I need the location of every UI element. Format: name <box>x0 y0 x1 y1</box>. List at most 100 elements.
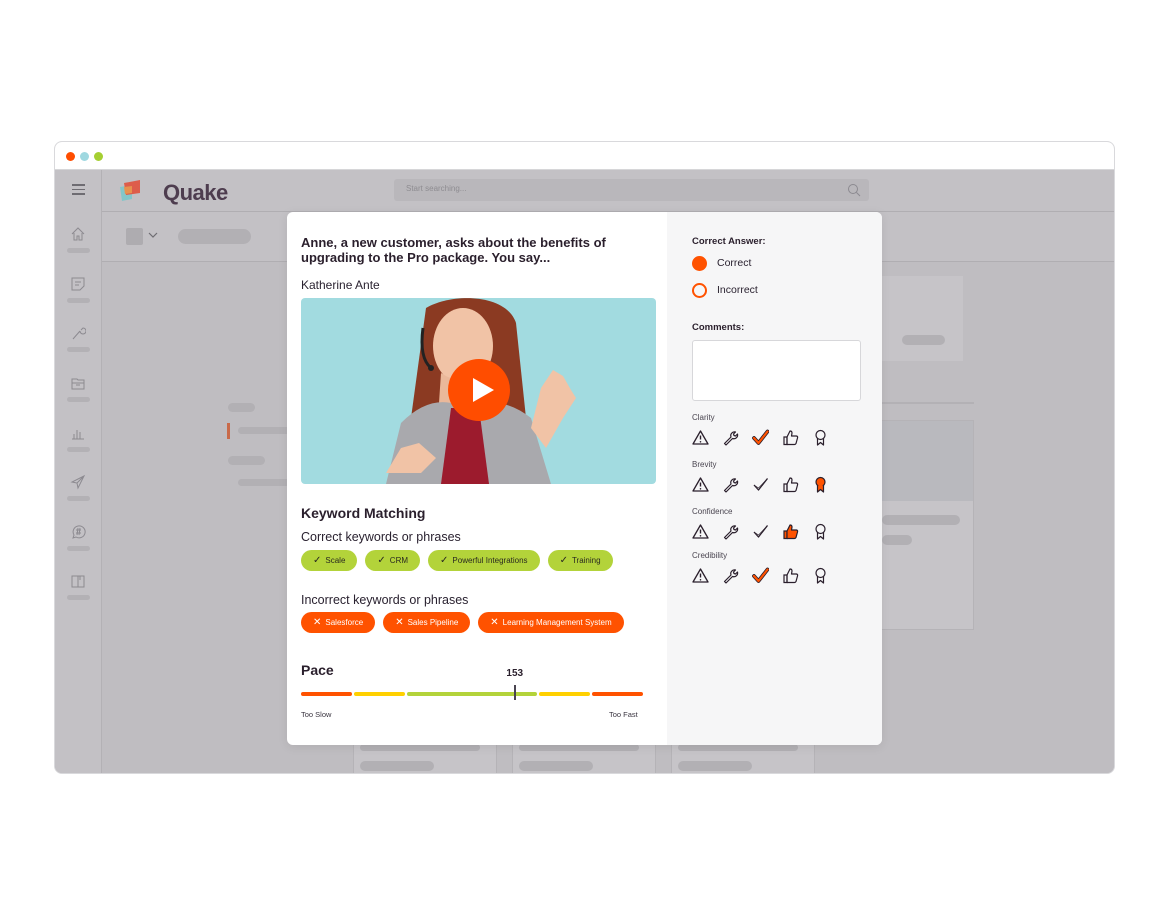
comments-input[interactable] <box>692 340 861 401</box>
incorrect-keyword-chip[interactable]: ✕ Learning Management System <box>478 612 624 633</box>
warning-icon[interactable] <box>692 567 709 584</box>
bar-chart-icon <box>72 430 84 440</box>
sidebar-item-send[interactable] <box>55 474 102 514</box>
sidebar-item-home[interactable] <box>55 226 102 266</box>
thumbs-up-icon[interactable] <box>782 523 799 540</box>
wrench-icon[interactable] <box>722 567 739 584</box>
warning-icon[interactable] <box>692 429 709 446</box>
correct-keyword-chip[interactable]: ✓ Scale <box>301 550 358 571</box>
rating-row-clarity <box>692 429 829 446</box>
rating-row-confidence <box>692 523 829 540</box>
correct-keyword-chip[interactable]: ✓ Powerful Integrations <box>428 550 540 571</box>
pace-scale <box>301 692 643 696</box>
grading-panel: Correct Answer: Correct Incorrect Commen… <box>667 212 882 745</box>
correct-keyword-chip-label: Training <box>571 556 601 565</box>
logo-text: Quake <box>163 180 228 205</box>
warning-icon[interactable] <box>692 476 709 493</box>
award-icon[interactable] <box>812 567 829 584</box>
placeholder-pill <box>178 229 251 244</box>
pace-min-label: Too Slow <box>301 710 332 719</box>
search-input[interactable]: Start searching... <box>394 179 869 201</box>
comments-title: Comments: <box>692 322 745 333</box>
thumbs-up-icon[interactable] <box>782 476 799 493</box>
check-icon[interactable] <box>752 429 769 446</box>
close-window-button[interactable] <box>66 152 75 161</box>
incorrect-keyword-chip[interactable]: ✕ Salesforce <box>301 612 376 633</box>
award-icon[interactable] <box>812 523 829 540</box>
note-icon <box>71 277 85 291</box>
pace-max-label: Too Fast <box>609 710 638 719</box>
check-icon: ✓ <box>559 555 568 566</box>
incorrect-keyword-chip-label: Learning Management System <box>502 618 612 627</box>
pace-value: 153 <box>506 668 524 679</box>
view-selector[interactable] <box>126 228 143 245</box>
check-icon[interactable] <box>752 476 769 493</box>
correct-keyword-chip-label: Scale <box>325 556 346 565</box>
rating-category-label: Clarity <box>692 413 715 422</box>
sidebar-item-library[interactable] <box>55 573 102 613</box>
incorrect-keyword-chip-label: Salesforce <box>325 618 364 627</box>
menu-icon[interactable] <box>72 184 85 195</box>
x-icon: ✕ <box>313 617 322 628</box>
book-icon <box>71 575 85 588</box>
wrench-icon[interactable] <box>722 429 739 446</box>
divider <box>881 402 974 404</box>
correct-keyword-chip-label: Powerful Integrations <box>452 556 528 565</box>
correct-keyword-chip-label: CRM <box>389 556 409 565</box>
hashtag-chat-icon <box>72 525 86 539</box>
correct-keywords-label: Correct keywords or phrases <box>301 530 461 544</box>
pace-segment <box>591 692 643 696</box>
wrench-icon[interactable] <box>722 476 739 493</box>
keyword-matching-title: Keyword Matching <box>301 505 426 521</box>
award-icon[interactable] <box>812 476 829 493</box>
correct-keyword-chip[interactable]: ✓ Training <box>547 550 613 571</box>
radio-incorrect-label[interactable]: Incorrect <box>717 284 758 296</box>
thumbs-up-icon[interactable] <box>782 429 799 446</box>
incorrect-keyword-chip-label: Sales Pipeline <box>407 618 459 627</box>
radio-correct-label[interactable]: Correct <box>717 257 751 269</box>
award-icon[interactable] <box>812 429 829 446</box>
correct-answer-title: Correct Answer: <box>692 236 766 247</box>
correct-keyword-list: ✓ Scale ✓ CRM ✓ Powerful Integrations ✓ Trainin… <box>301 550 613 571</box>
response-review-modal: Anne, a new customer, asks about the ben… <box>287 212 882 745</box>
top-bar: Quake Start searching... <box>102 170 1114 212</box>
incorrect-keywords-label: Incorrect keywords or phrases <box>301 593 469 607</box>
check-icon[interactable] <box>752 523 769 540</box>
active-indicator <box>227 423 230 439</box>
pace-segment <box>538 692 590 696</box>
rating-row-credibility <box>692 567 829 584</box>
minimize-window-button[interactable] <box>80 152 89 161</box>
thumbs-up-icon[interactable] <box>782 567 799 584</box>
placeholder-line <box>228 403 255 412</box>
sidebar-item-folders[interactable] <box>55 375 102 415</box>
rating-category-label: Brevity <box>692 460 717 469</box>
rating-row-brevity <box>692 476 829 493</box>
logo-mark-icon <box>120 180 140 201</box>
wrench-icon[interactable] <box>722 523 739 540</box>
correct-keyword-chip[interactable]: ✓ CRM <box>365 550 421 571</box>
rating-category-label: Confidence <box>692 507 733 516</box>
radio-incorrect[interactable] <box>692 283 707 298</box>
check-icon: ✓ <box>440 555 449 566</box>
placeholder-card <box>881 420 974 630</box>
send-icon <box>70 474 86 490</box>
search-placeholder: Start searching... <box>406 184 467 193</box>
pace-segment <box>406 692 537 696</box>
radio-correct[interactable] <box>692 256 707 271</box>
pace-segment <box>353 692 405 696</box>
warning-icon[interactable] <box>692 523 709 540</box>
video-player[interactable] <box>301 298 656 484</box>
sidebar-item-notes[interactable] <box>55 276 102 316</box>
incorrect-keyword-chip[interactable]: ✕ Sales Pipeline <box>383 612 471 633</box>
sidebar-item-tools[interactable] <box>55 325 102 365</box>
play-button[interactable] <box>448 359 510 421</box>
folder-icon <box>71 378 85 390</box>
chevron-down-icon[interactable] <box>148 230 158 240</box>
check-icon[interactable] <box>752 567 769 584</box>
sidebar-item-analytics[interactable] <box>55 425 102 465</box>
search-icon[interactable] <box>847 183 861 197</box>
sidebar-item-channels[interactable] <box>55 524 102 564</box>
maximize-window-button[interactable] <box>94 152 103 161</box>
x-icon: ✕ <box>490 617 499 628</box>
quake-logo[interactable]: Quake <box>118 178 228 205</box>
